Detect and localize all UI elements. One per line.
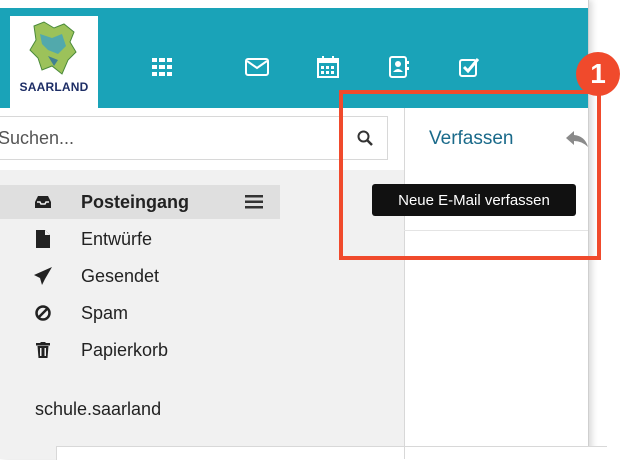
search-bar xyxy=(0,116,388,160)
apps-grid-icon[interactable] xyxy=(150,55,174,79)
inbox-icon xyxy=(33,192,53,212)
folder-menu-button[interactable] xyxy=(228,185,280,219)
account-name[interactable]: schule.saarland xyxy=(35,399,161,420)
hamburger-menu-icon xyxy=(245,195,263,209)
annotation-highlight-box xyxy=(339,90,601,260)
draft-document-icon xyxy=(33,229,53,249)
contacts-icon[interactable] xyxy=(387,55,411,79)
step-number-badge: 1 xyxy=(576,52,620,96)
spam-block-icon xyxy=(33,303,53,323)
saarland-map-icon xyxy=(29,21,77,75)
folder-trash[interactable]: Papierkorb xyxy=(0,333,404,367)
mail-icon[interactable] xyxy=(245,55,269,79)
search-input[interactable] xyxy=(0,117,340,159)
folder-label: Entwürfe xyxy=(81,228,153,249)
message-list-pane xyxy=(56,446,607,460)
calendar-icon[interactable] xyxy=(316,55,340,79)
folder-spam[interactable]: Spam xyxy=(0,296,404,330)
logo-text: SAARLAND xyxy=(19,80,89,94)
folder-inbox[interactable]: Posteingang xyxy=(0,185,228,219)
trash-icon xyxy=(33,340,53,360)
folder-sent[interactable]: Gesendet xyxy=(0,259,404,293)
folder-label: Papierkorb xyxy=(81,339,169,360)
folder-label: Spam xyxy=(81,302,129,323)
folder-label: Gesendet xyxy=(81,265,160,286)
folder-label: Posteingang xyxy=(81,191,190,212)
sent-paper-plane-icon xyxy=(33,266,53,286)
tasks-icon[interactable] xyxy=(458,55,482,79)
saarland-logo[interactable]: SAARLAND xyxy=(10,16,98,112)
